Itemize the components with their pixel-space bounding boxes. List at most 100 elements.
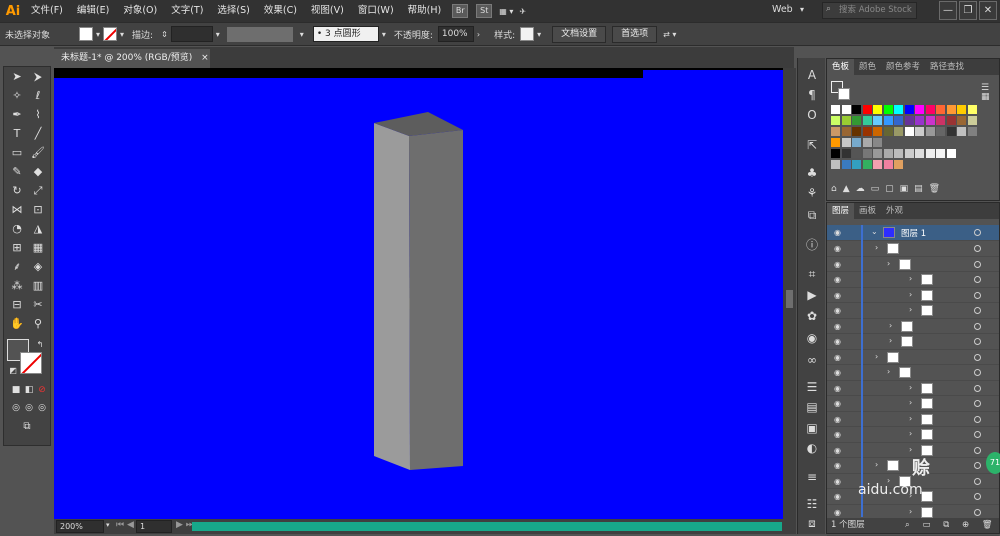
stroke-panel-icon[interactable]: ≡ (803, 468, 821, 486)
color-swatch[interactable] (957, 105, 966, 114)
color-swatch[interactable] (883, 105, 893, 114)
color-swatch[interactable] (862, 127, 872, 136)
layer-row[interactable]: ◉› (827, 350, 999, 365)
stroke-weight-field[interactable] (170, 26, 213, 42)
color-swatch[interactable] (852, 149, 861, 158)
transparency-panel-icon[interactable]: ◐ (803, 439, 821, 457)
target-circle-icon[interactable] (974, 369, 981, 376)
target-circle-icon[interactable] (974, 477, 981, 485)
tab-close-icon[interactable]: × (201, 53, 209, 63)
color-swatch[interactable] (841, 160, 851, 169)
color-swatch[interactable] (925, 127, 935, 136)
tab-appearance[interactable]: 外观 (881, 203, 908, 219)
swap-fill-stroke-icon[interactable]: ↰ (31, 337, 49, 353)
visibility-eye-icon[interactable]: ◉ (834, 275, 841, 284)
perspective-grid-tool-icon[interactable]: ◮ (29, 221, 47, 237)
tab-layers[interactable]: 图层 (827, 203, 855, 219)
menu-help[interactable]: 帮助(H) (401, 0, 449, 22)
fill-swatch[interactable] (79, 27, 93, 41)
color-swatch[interactable] (904, 116, 914, 125)
hand-tool-icon[interactable]: ✋ (8, 316, 26, 332)
tab-color[interactable]: 颜色 (854, 59, 881, 75)
visibility-eye-icon[interactable]: ◉ (834, 306, 841, 315)
color-swatch[interactable] (841, 127, 851, 136)
horizontal-scroll-thumb[interactable] (192, 522, 782, 531)
menu-select[interactable]: 选择(S) (210, 0, 256, 22)
color-swatch[interactable] (936, 149, 945, 158)
character-panel-icon[interactable]: A (803, 66, 821, 84)
screen-mode-icon[interactable]: ⧉ (18, 419, 36, 435)
target-circle-icon[interactable] (974, 276, 981, 283)
target-circle-icon[interactable] (974, 322, 981, 330)
layers-footer-icons[interactable]: ⌕ ▭ ⧉ ⊕ 🗑 (905, 518, 998, 533)
target-circle-icon[interactable] (974, 384, 981, 392)
visibility-eye-icon[interactable]: ◉ (834, 477, 841, 486)
layer-row[interactable]: ◉› (827, 319, 999, 334)
color-swatch[interactable] (915, 127, 924, 136)
info-panel-icon[interactable]: ⓘ (803, 236, 821, 254)
color-swatch[interactable] (883, 116, 893, 125)
color-swatch[interactable] (831, 160, 840, 169)
stroke-color-box[interactable] (20, 352, 42, 374)
minimize-button[interactable]: — (939, 1, 957, 20)
visibility-eye-icon[interactable]: ◉ (834, 228, 841, 237)
color-swatch[interactable] (831, 116, 840, 125)
rotate-tool-icon[interactable]: ↻ (8, 183, 26, 199)
color-swatch[interactable] (936, 105, 945, 114)
color-swatch[interactable] (883, 149, 893, 158)
symbols-panel-icon[interactable]: ♣ (803, 164, 821, 182)
swatch-stroke-indicator[interactable] (838, 88, 850, 100)
layer-row-top[interactable]: ◉ ⌄ 图层 1 (827, 225, 999, 241)
color-swatch[interactable] (841, 149, 851, 158)
first-artboard-icon[interactable]: ⏮ ◀ (116, 520, 134, 530)
target-circle-icon[interactable] (974, 245, 981, 252)
artboard-tool-icon[interactable]: ⊟ (8, 297, 26, 313)
color-swatch[interactable] (873, 149, 882, 158)
target-circle-icon[interactable] (974, 291, 981, 299)
stroke-chevron-icon[interactable]: ▾ (117, 30, 127, 39)
visibility-eye-icon[interactable]: ◉ (834, 492, 841, 501)
stroke-weight-stepper[interactable]: ⇕ (158, 30, 171, 39)
color-swatch[interactable] (915, 116, 924, 125)
expand-chevron-icon[interactable]: › (875, 460, 878, 469)
color-swatch[interactable] (904, 127, 914, 136)
visibility-eye-icon[interactable]: ◉ (834, 244, 841, 253)
target-circle-icon[interactable] (974, 446, 981, 454)
properties-panel-icon[interactable]: ✿ (803, 307, 821, 325)
color-swatch[interactable] (841, 105, 851, 114)
color-swatch[interactable] (873, 116, 882, 125)
stock-search-input[interactable]: 搜索 Adobe Stock (822, 2, 917, 19)
target-circle-icon[interactable] (974, 338, 981, 345)
fill-chevron-icon[interactable]: ▾ (93, 30, 103, 39)
target-circle-icon[interactable] (974, 462, 981, 469)
expand-chevron-icon[interactable]: › (909, 290, 912, 299)
libraries-panel-icon[interactable]: ∞ (803, 351, 821, 369)
color-swatch[interactable] (831, 138, 840, 147)
layer-row[interactable]: ◉› (827, 288, 999, 303)
color-swatch[interactable] (936, 116, 945, 125)
color-swatch[interactable] (862, 138, 872, 147)
tab-artboards[interactable]: 画板 (854, 203, 881, 219)
expand-chevron-icon[interactable]: › (909, 445, 912, 454)
close-window-button[interactable]: ✕ (979, 1, 997, 20)
color-swatch[interactable] (957, 127, 966, 136)
symbol-sprayer-tool-icon[interactable]: ⁂ (8, 278, 26, 294)
color-swatch[interactable] (894, 127, 903, 136)
control-menu-icon[interactable]: ⇄ ▾ (660, 30, 679, 39)
column-graph-tool-icon[interactable]: ▥ (29, 278, 47, 294)
zoom-chevron-icon[interactable]: ▾ (106, 521, 110, 529)
color-swatch[interactable] (831, 149, 840, 158)
transform-panel-icon[interactable]: ▤ (803, 398, 821, 416)
color-swatch[interactable] (894, 116, 903, 125)
visibility-eye-icon[interactable]: ◉ (834, 508, 841, 517)
paragraph-panel-icon[interactable]: ¶ (803, 86, 821, 104)
layer-row[interactable]: ◉› (827, 412, 999, 427)
opentype-panel-icon[interactable]: O (803, 106, 821, 124)
target-circle-icon[interactable] (974, 229, 981, 236)
line-tool-icon[interactable]: ╱ (29, 126, 47, 142)
color-swatch[interactable] (915, 149, 924, 158)
layer-row[interactable]: ◉› (827, 427, 999, 443)
direct-selection-tool-icon[interactable]: ⮞ (29, 69, 47, 85)
visibility-eye-icon[interactable]: ◉ (834, 384, 841, 393)
stroke-weight-chevron-icon[interactable]: ▾ (213, 30, 223, 39)
